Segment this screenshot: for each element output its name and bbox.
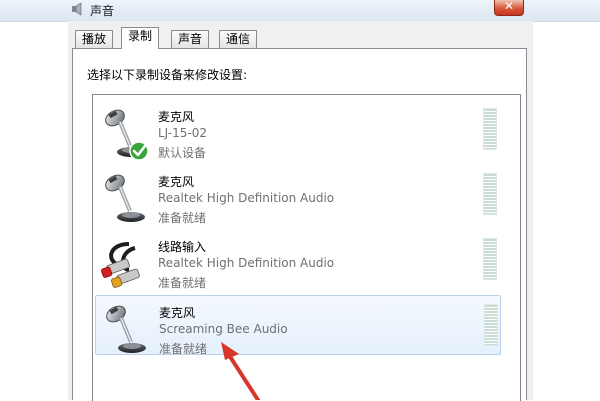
device-row-line-in[interactable]: 线路输入 Realtek High Definition Audio 准备就绪 [95,230,501,290]
device-description: Realtek High Definition Audio [158,191,335,205]
tab-playback[interactable]: 播放 [75,30,114,48]
level-meter [484,304,498,346]
device-row-microphone-realtek[interactable]: 麦克风 Realtek High Definition Audio 准备就绪 [95,165,501,225]
window-titlebar[interactable]: 声音 ✕ [0,0,600,22]
device-name: 麦克风 [158,110,195,124]
instruction-label: 选择以下录制设备来修改设置: [87,68,248,82]
level-meter [483,108,497,150]
device-name: 线路输入 [158,240,207,254]
tab-recording[interactable]: 录制 [121,27,160,49]
speaker-icon [72,2,82,16]
level-meter [483,238,497,280]
recording-device-list[interactable]: 麦克风 LJ-15-02 默认设备 麦克风 Realtek High Defin… [92,94,521,401]
close-button[interactable]: ✕ [494,0,524,16]
device-status: 准备就绪 [158,211,207,225]
microphone-icon [100,104,149,161]
level-meter [483,173,497,215]
device-description: LJ-15-02 [158,126,207,140]
device-status: 准备就绪 [158,276,207,290]
window-title: 声音 [90,4,115,18]
sound-dialog: 播放 录制 声音 通信 选择以下录制设备来修改设置: 麦克风 LJ-15-02 … [68,21,533,401]
device-name: 麦克风 [159,306,196,320]
device-row-microphone-screaming-bee[interactable]: 麦克风 Screaming Bee Audio 准备就绪 [95,295,501,356]
device-row-microphone-lj[interactable]: 麦克风 LJ-15-02 默认设备 [95,100,501,161]
microphone-icon [100,169,147,224]
device-description: Realtek High Definition Audio [158,256,335,270]
default-checkmark-icon [129,141,149,161]
tab-sounds[interactable]: 声音 [171,30,210,48]
close-icon: ✕ [503,0,515,13]
device-status: 默认设备 [158,146,207,160]
device-name: 麦克风 [158,175,195,189]
line-in-cable-icon [101,242,140,288]
recording-tab-panel: 选择以下录制设备来修改设置: 麦克风 LJ-15-02 默认设备 麦克风 Rea… [72,48,527,401]
device-status: 准备就绪 [159,342,208,356]
microphone-icon [101,300,148,355]
device-description: Screaming Bee Audio [159,322,288,336]
tab-communications[interactable]: 通信 [219,30,258,48]
